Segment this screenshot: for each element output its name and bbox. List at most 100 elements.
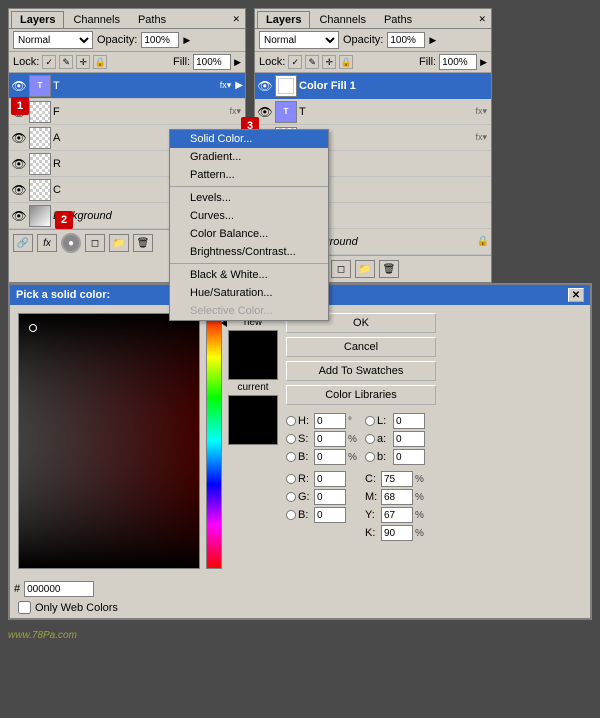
menu-levels[interactable]: Levels... <box>170 189 328 207</box>
label-B2: B: <box>298 509 312 521</box>
lock-checkmark-icon[interactable]: ✓ <box>42 55 56 69</box>
right-folder-btn[interactable]: 📁 <box>355 260 375 278</box>
menu-brightness[interactable]: Brightness/Contrast... <box>170 243 328 261</box>
color-gradient-canvas[interactable] <box>18 313 200 569</box>
label-a: a: <box>377 433 391 445</box>
left-adjust-btn[interactable]: ◻ <box>85 234 105 252</box>
left-tab-paths[interactable]: Paths <box>129 11 175 28</box>
input-a[interactable] <box>393 431 425 447</box>
right-lock-brush[interactable]: ✎ <box>305 55 319 69</box>
left-opacity-arrow[interactable]: ▶ <box>183 35 190 46</box>
left-eye-C[interactable]: 👁 <box>11 182 27 198</box>
input-B2[interactable] <box>314 507 346 523</box>
only-web-colors-checkbox[interactable] <box>18 601 31 614</box>
input-B[interactable] <box>314 449 346 465</box>
menu-bw[interactable]: Black & White... <box>170 266 328 284</box>
left-eye-bg[interactable]: 👁 <box>11 208 27 224</box>
menu-solid-color[interactable]: Solid Color... <box>170 130 328 148</box>
right-tab-channels[interactable]: Channels <box>310 11 374 28</box>
right-layer-T[interactable]: 👁 T T fx▾ <box>255 99 491 125</box>
input-G[interactable] <box>314 489 346 505</box>
radio-L[interactable] <box>365 416 375 426</box>
label-G: G: <box>298 491 312 503</box>
right-fill-input[interactable] <box>439 54 477 70</box>
left-eye-T[interactable]: 👁 <box>11 78 27 94</box>
right-layer-colorfill[interactable]: 👁 Color Fill 1 <box>255 73 491 99</box>
menu-hue[interactable]: Hue/Saturation... <box>170 284 328 302</box>
color-spectrum-bar[interactable] <box>206 313 222 569</box>
radio-S[interactable] <box>286 434 296 444</box>
right-lock-checkmark[interactable]: ✓ <box>288 55 302 69</box>
right-lock-move[interactable]: ✛ <box>322 55 336 69</box>
menu-color-balance[interactable]: Color Balance... <box>170 225 328 243</box>
color-libraries-button[interactable]: Color Libraries <box>286 385 436 405</box>
right-lock-padlock[interactable]: 🔒 <box>339 55 353 69</box>
radio-B2[interactable] <box>286 510 296 520</box>
right-eye-colorfill[interactable]: 👁 <box>257 78 273 94</box>
input-S[interactable] <box>314 431 346 447</box>
left-tab-channels[interactable]: Channels <box>64 11 128 28</box>
left-eye-A[interactable]: 👁 <box>11 130 27 146</box>
input-C[interactable] <box>381 471 413 487</box>
left-fill-label: Fill: <box>173 56 190 68</box>
right-fill-arrow[interactable]: ▶ <box>480 57 487 68</box>
left-fill-input[interactable] <box>193 54 231 70</box>
left-layer-F[interactable]: 👁 F fx▾ <box>9 99 245 125</box>
radio-G[interactable] <box>286 492 296 502</box>
left-thumb-A <box>29 127 51 149</box>
field-L: L: <box>365 413 436 429</box>
left-link-btn[interactable]: 🔗 <box>13 234 33 252</box>
lock-padlock-icon[interactable]: 🔒 <box>93 55 107 69</box>
input-L[interactable] <box>393 413 425 429</box>
input-M[interactable] <box>381 489 413 505</box>
right-opacity-input[interactable] <box>387 32 425 48</box>
right-trash-btn[interactable]: 🗑 <box>379 260 399 278</box>
radio-a[interactable] <box>365 434 375 444</box>
context-menu: Solid Color... Gradient... Pattern... Le… <box>169 129 329 321</box>
left-fx-btn[interactable]: fx <box>37 234 57 252</box>
label-Y: Y: <box>365 509 379 521</box>
left-layer-T[interactable]: 👁 T T fx▾ ▶ <box>9 73 245 99</box>
left-more-T[interactable]: ▶ <box>235 80 243 91</box>
cancel-button[interactable]: Cancel <box>286 337 436 357</box>
lock-brush-icon[interactable]: ✎ <box>59 55 73 69</box>
menu-gradient[interactable]: Gradient... <box>170 148 328 166</box>
radio-H[interactable] <box>286 416 296 426</box>
radio-R[interactable] <box>286 474 296 484</box>
input-b-lab[interactable] <box>393 449 425 465</box>
field-G: G: <box>286 489 357 505</box>
watermark-text: www.78Pa.com <box>8 630 77 641</box>
dialog-close-btn[interactable]: ✕ <box>568 288 584 302</box>
radio-B[interactable] <box>286 452 296 462</box>
menu-selective[interactable]: Selective Color... <box>170 302 328 320</box>
input-R[interactable] <box>314 471 346 487</box>
left-fill-circle-btn[interactable]: ● <box>61 233 81 253</box>
right-eye-T[interactable]: 👁 <box>257 104 273 120</box>
right-blend-mode[interactable]: Normal <box>259 31 339 49</box>
input-Y[interactable] <box>381 507 413 523</box>
left-eye-R[interactable]: 👁 <box>11 156 27 172</box>
lock-move-icon[interactable]: ✛ <box>76 55 90 69</box>
input-K[interactable] <box>381 525 413 541</box>
right-panel-close[interactable]: ✕ <box>475 13 489 26</box>
input-H[interactable] <box>314 413 346 429</box>
menu-curves[interactable]: Curves... <box>170 207 328 225</box>
right-opacity-arrow[interactable]: ▶ <box>429 35 436 46</box>
left-opacity-input[interactable] <box>141 32 179 48</box>
hex-input[interactable] <box>24 581 94 597</box>
right-adjust-btn[interactable]: ◻ <box>331 260 351 278</box>
left-panel-close[interactable]: ✕ <box>229 13 243 26</box>
left-thumb-R <box>29 153 51 175</box>
menu-pattern[interactable]: Pattern... <box>170 166 328 184</box>
field-Y: Y: % <box>365 507 436 523</box>
left-folder-btn[interactable]: 📁 <box>109 234 129 252</box>
left-blend-mode[interactable]: Normal <box>13 31 93 49</box>
left-fill-arrow[interactable]: ▶ <box>234 57 241 68</box>
left-tab-layers[interactable]: Layers <box>11 11 64 28</box>
add-to-swatches-button[interactable]: Add To Swatches <box>286 361 436 381</box>
right-tab-paths[interactable]: Paths <box>375 11 421 28</box>
right-tab-layers[interactable]: Layers <box>257 11 310 28</box>
left-trash-btn[interactable]: 🗑 <box>133 234 153 252</box>
label-L: L: <box>377 415 391 427</box>
radio-b-lab[interactable] <box>365 452 375 462</box>
